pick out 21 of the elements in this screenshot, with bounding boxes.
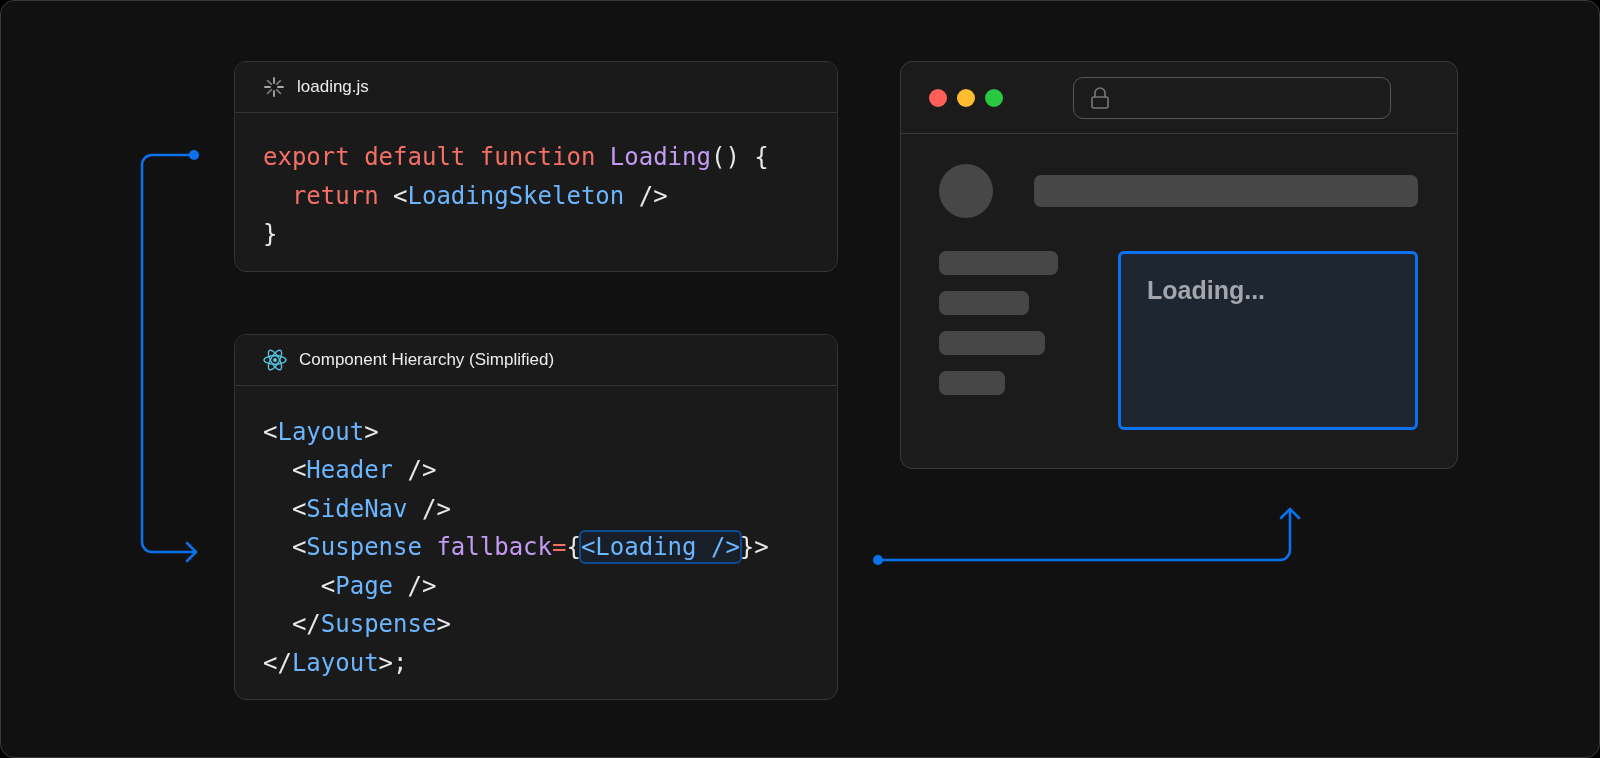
code-line: <Suspense fallback={<Loading />}> xyxy=(263,528,769,567)
minimize-dot xyxy=(957,88,975,107)
code-line: return <LoadingSkeleton /> xyxy=(290,180,668,212)
lock-icon xyxy=(1090,85,1110,110)
file-title: loading.js xyxy=(297,77,369,97)
skeleton-bar xyxy=(939,371,1005,395)
spinner-icon xyxy=(263,76,285,98)
zoom-dot xyxy=(985,88,1003,107)
loading-text: Loading... xyxy=(1147,276,1266,304)
atom-icon xyxy=(263,348,287,371)
code-line: export default function Loading() { xyxy=(263,142,769,173)
code-line: </Layout>; xyxy=(263,647,408,679)
file-title: Component Hierarchy (Simplified) xyxy=(299,349,555,370)
code-line: <Page /> xyxy=(319,570,437,602)
avatar-placeholder xyxy=(939,164,993,218)
code-line: <Layout> xyxy=(263,416,379,448)
code-line: } xyxy=(263,219,278,250)
code-line: <Header /> xyxy=(290,455,437,486)
close-dot xyxy=(929,88,947,107)
code-line: <SideNav /> xyxy=(290,493,451,525)
code-line: </Suspense> xyxy=(290,609,451,640)
